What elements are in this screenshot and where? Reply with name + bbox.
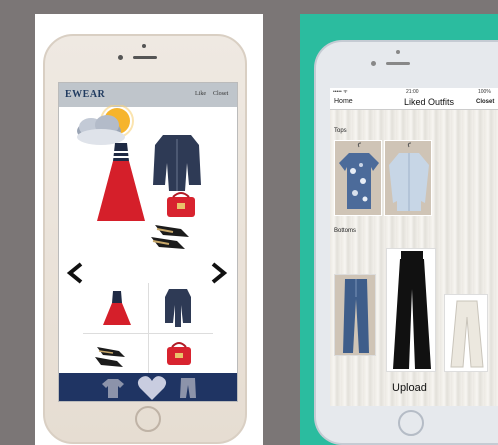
red-handbag-image — [167, 192, 195, 217]
arrow-left-icon[interactable] — [65, 261, 85, 285]
left-mockup-panel: EWEAR Like Closet — [35, 14, 263, 445]
top-item-denim-shirt[interactable] — [384, 140, 432, 216]
bottom-item-black-trousers[interactable] — [386, 248, 436, 372]
home-button[interactable] — [135, 406, 161, 432]
heart-icon[interactable] — [137, 375, 167, 401]
right-mockup-panel: ••••• ᯤ 21:00 100% Home Liked Outfits Cl… — [300, 14, 498, 445]
thumb-jacket[interactable] — [165, 289, 191, 327]
thumb-handbag[interactable] — [167, 342, 191, 365]
jeans-image — [343, 279, 369, 353]
pants-icon[interactable] — [179, 377, 197, 399]
flat-shoes-image — [151, 225, 189, 249]
thumb-dress[interactable] — [103, 291, 131, 325]
nav-like-link[interactable]: Like — [195, 91, 206, 97]
section-label-bottoms: Bottoms — [334, 228, 357, 234]
shirt-icon[interactable] — [101, 377, 125, 399]
home-button[interactable] — [398, 410, 424, 436]
status-time: 21:00 — [406, 89, 419, 95]
sensor-dot — [142, 44, 146, 48]
front-camera — [371, 61, 376, 66]
denim-shirt-image — [389, 142, 429, 211]
black-trousers-image — [393, 251, 431, 369]
denim-jacket-image — [153, 135, 201, 191]
outfit-preview — [97, 135, 201, 249]
status-bar: ••••• ᯤ 21:00 100% — [330, 88, 498, 96]
brand-title: EWEAR — [65, 89, 106, 100]
liked-outfits-screen: ••••• ᯤ 21:00 100% Home Liked Outfits Cl… — [330, 88, 498, 406]
page-title: Liked Outfits — [404, 97, 455, 107]
dress-image — [97, 143, 145, 221]
section-label-tops: Tops — [334, 128, 347, 134]
phone-frame-right: ••••• ᯤ 21:00 100% Home Liked Outfits Cl… — [314, 40, 498, 445]
thumb-shoes[interactable] — [95, 347, 125, 367]
upload-button[interactable]: Upload — [392, 382, 427, 394]
arrow-right-icon[interactable] — [209, 261, 229, 285]
carrier-signal: ••••• ᯤ — [333, 89, 348, 95]
white-trousers-image — [450, 300, 484, 368]
outfit-thumbnails — [95, 289, 191, 367]
ewear-header: EWEAR Like Closet — [59, 83, 237, 107]
front-camera — [118, 55, 123, 60]
closet-link[interactable]: Closet — [476, 99, 494, 105]
bottom-item-white-trousers[interactable] — [444, 294, 488, 372]
earpiece-speaker — [133, 56, 157, 59]
top-item-floral-shirt[interactable] — [334, 140, 382, 216]
nav-closet-link[interactable]: Closet — [213, 91, 228, 97]
app-header: Home Liked Outfits Closet — [330, 96, 498, 110]
phone-frame-left: EWEAR Like Closet — [43, 34, 247, 444]
ewear-screen: EWEAR Like Closet — [58, 82, 238, 402]
sensor-dot — [396, 50, 400, 54]
battery-level: 100% — [478, 89, 491, 95]
bottom-item-jeans[interactable] — [334, 274, 376, 356]
floral-shirt-image — [339, 142, 379, 209]
earpiece-speaker — [386, 62, 410, 65]
home-link[interactable]: Home — [334, 98, 353, 105]
bottom-nav-bar — [59, 373, 237, 401]
